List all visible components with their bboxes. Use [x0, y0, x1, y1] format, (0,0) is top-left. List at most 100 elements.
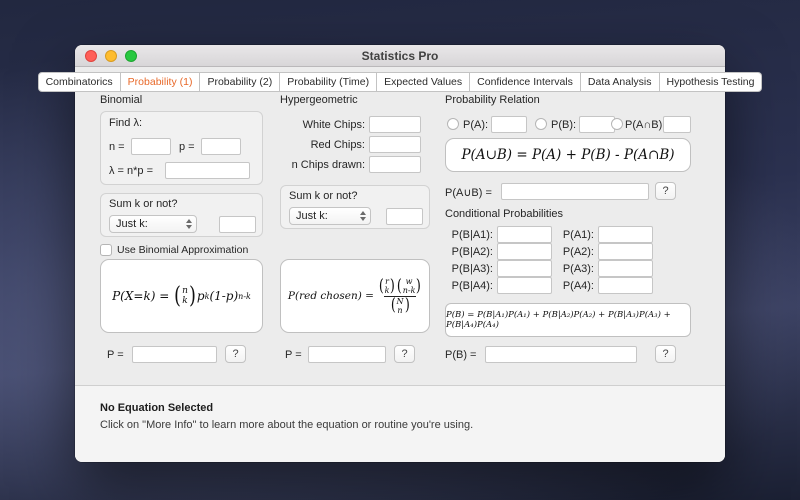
tab-probability-time[interactable]: Probability (Time): [280, 72, 377, 92]
window-title: Statistics Pro: [75, 45, 725, 67]
tab-confidence-intervals[interactable]: Confidence Intervals: [470, 72, 581, 92]
pa1-label: P(A1):: [562, 229, 594, 241]
pba1-input[interactable]: [497, 226, 552, 243]
hypergeometric-result-label: P =: [285, 349, 302, 361]
pba4-label: P(B|A4):: [445, 280, 493, 292]
hypergeometric-section-title: Hypergeometric: [280, 94, 358, 106]
binomial-formula-box: P(X=k) = ( n k ) pk(1-p)n-k: [100, 259, 263, 333]
binomial-result-label: P =: [107, 349, 124, 361]
lambda-input[interactable]: [165, 162, 250, 179]
lambda-label: λ = n*p =: [109, 165, 153, 177]
binomial-k-input[interactable]: [219, 216, 256, 233]
conditional-help-button[interactable]: ?: [655, 345, 676, 363]
hypergeometric-sum-k-label: Sum k or not?: [289, 190, 357, 202]
pa-radio[interactable]: [447, 118, 459, 130]
pb-input[interactable]: [579, 116, 615, 133]
white-chips-input[interactable]: [369, 116, 421, 133]
tab-combinatorics[interactable]: Combinatorics: [38, 72, 121, 92]
pba2-label: P(B|A2):: [445, 246, 493, 258]
n-chips-drawn-input[interactable]: [369, 156, 421, 173]
binomial-section-title: Binomial: [100, 94, 142, 106]
minimize-button[interactable]: [105, 50, 117, 62]
pa4-input[interactable]: [598, 277, 653, 294]
pb-radio[interactable]: [535, 118, 547, 130]
binomial-sum-k-label: Sum k or not?: [109, 198, 177, 210]
hypergeometric-sum-k-groupbox: Sum k or not? Just k:: [280, 185, 430, 229]
p-label: p =: [179, 141, 195, 153]
pab-radio[interactable]: [611, 118, 623, 130]
pa-label: P(A):: [463, 119, 488, 131]
tab-bar: Combinatorics Probability (1) Probabilit…: [75, 72, 725, 92]
union-result-label: P(A∪B) =: [445, 186, 492, 199]
traffic-lights: [85, 50, 137, 62]
binomial-sum-k-groupbox: Sum k or not? Just k:: [100, 193, 263, 237]
pba4-input[interactable]: [497, 277, 552, 294]
tab-probability-1[interactable]: Probability (1): [121, 72, 201, 92]
hypergeometric-formula-box: P(red chosen) = (rk) (wn-k) (Nn): [280, 259, 430, 333]
binomial-approximation-checkbox[interactable]: [100, 244, 112, 256]
binomial-help-button[interactable]: ?: [225, 345, 246, 363]
hypergeometric-sum-k-popup-value: Just k:: [296, 210, 328, 222]
red-chips-input[interactable]: [369, 136, 421, 153]
binomial-formula-lhs: P(X=k) =: [112, 289, 169, 303]
binomial-sum-k-popup-value: Just k:: [116, 218, 148, 230]
info-footer: No Equation Selected Click on "More Info…: [75, 385, 725, 462]
binomial-sum-k-popup[interactable]: Just k:: [109, 215, 197, 233]
binomial-formula-q: (1-p): [209, 289, 238, 303]
popup-arrows-icon: [360, 211, 366, 221]
pa3-input[interactable]: [598, 260, 653, 277]
binomial-result-input[interactable]: [132, 346, 217, 363]
find-lambda-groupbox: Find λ: n = p = λ = n*p =: [100, 111, 263, 185]
pa2-input[interactable]: [598, 243, 653, 260]
hypergeometric-formula-lhs: P(red chosen) =: [288, 290, 374, 302]
union-formula-box: P(A∪B) = P(A) + P(B) - P(A∩B): [445, 138, 691, 172]
union-formula: P(A∪B) = P(A) + P(B) - P(A∩B): [461, 147, 674, 163]
pa4-label: P(A4):: [562, 280, 594, 292]
pab-input[interactable]: [663, 116, 691, 133]
pa2-label: P(A2):: [562, 246, 594, 258]
n-input[interactable]: [131, 138, 171, 155]
pba3-input[interactable]: [497, 260, 552, 277]
pba3-label: P(B|A3):: [445, 263, 493, 275]
tab-data-analysis[interactable]: Data Analysis: [581, 72, 660, 92]
app-window: Statistics Pro Combinatorics Probability…: [75, 45, 725, 462]
union-help-button[interactable]: ?: [655, 182, 676, 200]
hypergeometric-sum-k-popup[interactable]: Just k:: [289, 207, 371, 225]
hypergeometric-k-input[interactable]: [386, 208, 423, 225]
total-probability-formula-box: P(B) = P(B|A₁)P(A₁) + P(B|A₂)P(A₂) + P(B…: [445, 303, 691, 337]
n-chips-drawn-label: n Chips drawn:: [280, 159, 365, 171]
binomial-formula-p: p: [197, 289, 205, 303]
footer-body: Click on "More Info" to learn more about…: [100, 419, 473, 431]
union-result-input[interactable]: [501, 183, 649, 200]
find-lambda-label: Find λ:: [109, 117, 142, 129]
pa3-label: P(A3):: [562, 263, 594, 275]
close-button[interactable]: [85, 50, 97, 62]
n-label: n =: [109, 141, 125, 153]
binomial-coefficient: ( n k ): [173, 285, 197, 308]
hypergeometric-help-button[interactable]: ?: [394, 345, 415, 363]
white-chips-label: White Chips:: [280, 119, 365, 131]
tab-expected-values[interactable]: Expected Values: [377, 72, 470, 92]
red-chips-label: Red Chips:: [280, 139, 365, 151]
pb-result-input[interactable]: [485, 346, 637, 363]
binomial-approximation-label: Use Binomial Approximation: [117, 244, 248, 256]
pa-input[interactable]: [491, 116, 527, 133]
conditional-section-title: Conditional Probabilities: [445, 208, 563, 220]
pba2-input[interactable]: [497, 243, 552, 260]
zoom-button[interactable]: [125, 50, 137, 62]
tab-hypothesis-testing[interactable]: Hypothesis Testing: [660, 72, 763, 92]
pa1-input[interactable]: [598, 226, 653, 243]
pab-label: P(A∩B): [625, 119, 662, 131]
pb-result-label: P(B) =: [445, 349, 476, 361]
pb-label: P(B):: [551, 119, 576, 131]
hypergeometric-fraction: (rk) (wn-k) (Nn): [378, 277, 422, 315]
popup-arrows-icon: [186, 219, 192, 229]
probability-relation-section-title: Probability Relation: [445, 94, 540, 106]
pba1-label: P(B|A1):: [445, 229, 493, 241]
p-input[interactable]: [201, 138, 241, 155]
hypergeometric-result-input[interactable]: [308, 346, 386, 363]
footer-title: No Equation Selected: [100, 402, 213, 414]
total-probability-formula: P(B) = P(B|A₁)P(A₁) + P(B|A₂)P(A₂) + P(B…: [446, 310, 690, 330]
tab-probability-2[interactable]: Probability (2): [200, 72, 280, 92]
window-titlebar[interactable]: Statistics Pro: [75, 45, 725, 67]
